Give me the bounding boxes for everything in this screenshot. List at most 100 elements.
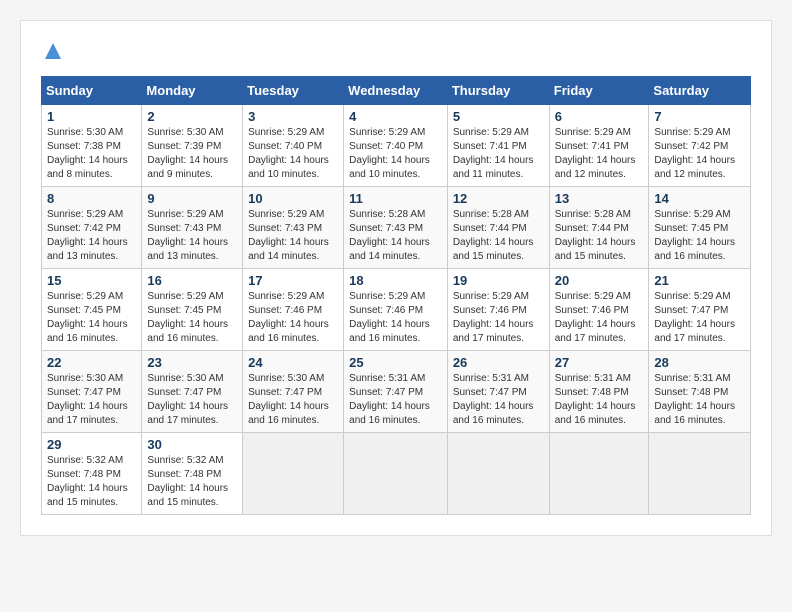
calendar-day-cell: [447, 433, 549, 515]
day-number: 12: [453, 191, 544, 206]
day-info: Sunrise: 5:29 AMSunset: 7:46 PMDaylight:…: [453, 290, 544, 346]
day-number: 28: [654, 355, 745, 370]
day-number: 4: [349, 109, 442, 124]
calendar-week-row: 8 Sunrise: 5:29 AMSunset: 7:42 PMDaylight…: [42, 187, 751, 269]
calendar-day-cell: 20Sunrise: 5:29 AMSunset: 7:46 PMDayligh…: [549, 269, 649, 351]
day-number: 15: [47, 273, 136, 288]
day-info: Sunrise: 5:29 AMSunset: 7:43 PMDaylight:…: [147, 208, 237, 264]
day-info: Sunrise: 5:29 AMSunset: 7:41 PMDaylight:…: [453, 126, 544, 182]
logo-icon: [43, 41, 63, 61]
day-number: 26: [453, 355, 544, 370]
day-info: Sunrise: 5:29 AMSunset: 7:47 PMDaylight:…: [654, 290, 745, 346]
day-info: Sunrise: 5:29 AMSunset: 7:43 PMDaylight:…: [248, 208, 338, 264]
calendar-day-cell: 19 Sunrise: 5:29 AMSunset: 7:46 PMDayligh…: [447, 269, 549, 351]
calendar-day-cell: 4 Sunrise: 5:29 AMSunset: 7:40 PMDaylight…: [344, 105, 448, 187]
day-info: Sunrise: 5:30 AMSunset: 7:38 PMDaylight:…: [47, 126, 136, 182]
day-number: 25: [349, 355, 442, 370]
calendar-day-cell: 25 Sunrise: 5:31 AMSunset: 7:47 PMDayligh…: [344, 351, 448, 433]
day-number: 1: [47, 109, 136, 124]
day-info: Sunrise: 5:29 AMSunset: 7:40 PMDaylight:…: [349, 126, 442, 182]
header-thursday: Thursday: [447, 77, 549, 105]
calendar-day-cell: 13Sunrise: 5:28 AMSunset: 7:44 PMDayligh…: [549, 187, 649, 269]
calendar-day-cell: 22 Sunrise: 5:30 AMSunset: 7:47 PMDayligh…: [42, 351, 142, 433]
day-info: Sunrise: 5:30 AMSunset: 7:47 PMDaylight:…: [147, 372, 237, 428]
day-info: Sunrise: 5:30 AMSunset: 7:47 PMDaylight:…: [248, 372, 338, 428]
calendar-day-cell: 17 Sunrise: 5:29 AMSunset: 7:46 PMDayligh…: [243, 269, 344, 351]
day-number: 29: [47, 437, 136, 452]
header-saturday: Saturday: [649, 77, 751, 105]
calendar-day-cell: [243, 433, 344, 515]
logo: [41, 41, 63, 66]
day-number: 18: [349, 273, 442, 288]
day-number: 14: [654, 191, 745, 206]
calendar-week-row: 22 Sunrise: 5:30 AMSunset: 7:47 PMDayligh…: [42, 351, 751, 433]
day-info: Sunrise: 5:29 AMSunset: 7:42 PMDaylight:…: [654, 126, 745, 182]
calendar-day-cell: 14 Sunrise: 5:29 AMSunset: 7:45 PMDayligh…: [649, 187, 751, 269]
day-info: Sunrise: 5:29 AMSunset: 7:45 PMDaylight:…: [147, 290, 237, 346]
day-info: Sunrise: 5:30 AMSunset: 7:39 PMDaylight:…: [147, 126, 237, 182]
day-number: 3: [248, 109, 338, 124]
calendar-day-cell: 7 Sunrise: 5:29 AMSunset: 7:42 PMDaylight…: [649, 105, 751, 187]
day-info: Sunrise: 5:29 AMSunset: 7:45 PMDaylight:…: [654, 208, 745, 264]
header-monday: Monday: [142, 77, 243, 105]
calendar-day-cell: [344, 433, 448, 515]
header: [41, 41, 751, 66]
day-number: 16: [147, 273, 237, 288]
header-wednesday: Wednesday: [344, 77, 448, 105]
calendar-day-cell: 8 Sunrise: 5:29 AMSunset: 7:42 PMDaylight…: [42, 187, 142, 269]
calendar-day-cell: 21 Sunrise: 5:29 AMSunset: 7:47 PMDayligh…: [649, 269, 751, 351]
calendar-day-cell: 28 Sunrise: 5:31 AMSunset: 7:48 PMDayligh…: [649, 351, 751, 433]
day-info: Sunrise: 5:30 AMSunset: 7:47 PMDaylight:…: [47, 372, 136, 428]
header-sunday: Sunday: [42, 77, 142, 105]
calendar-day-cell: 16 Sunrise: 5:29 AMSunset: 7:45 PMDayligh…: [142, 269, 243, 351]
day-info: Sunrise: 5:32 AMSunset: 7:48 PMDaylight:…: [47, 454, 136, 510]
calendar-day-cell: 1 Sunrise: 5:30 AMSunset: 7:38 PMDaylight…: [42, 105, 142, 187]
day-number: 24: [248, 355, 338, 370]
day-number: 17: [248, 273, 338, 288]
calendar: SundayMondayTuesdayWednesdayThursdayFrid…: [41, 76, 751, 515]
calendar-day-cell: 27 Sunrise: 5:31 AMSunset: 7:48 PMDayligh…: [549, 351, 649, 433]
calendar-header-row: SundayMondayTuesdayWednesdayThursdayFrid…: [42, 77, 751, 105]
day-info: Sunrise: 5:29 AMSunset: 7:41 PMDaylight:…: [555, 126, 644, 182]
calendar-day-cell: 24 Sunrise: 5:30 AMSunset: 7:47 PMDayligh…: [243, 351, 344, 433]
day-number: 5: [453, 109, 544, 124]
day-info: Sunrise: 5:31 AMSunset: 7:48 PMDaylight:…: [654, 372, 745, 428]
day-number: 22: [47, 355, 136, 370]
day-info: Sunrise: 5:31 AMSunset: 7:47 PMDaylight:…: [349, 372, 442, 428]
day-info: Sunrise: 5:29 AMSunset: 7:42 PMDaylight:…: [47, 208, 136, 264]
day-number: 19: [453, 273, 544, 288]
day-number: 9: [147, 191, 237, 206]
day-number: 10: [248, 191, 338, 206]
day-number: 6: [555, 109, 644, 124]
header-tuesday: Tuesday: [243, 77, 344, 105]
day-info: Sunrise: 5:28 AMSunset: 7:44 PMDaylight:…: [453, 208, 544, 264]
calendar-day-cell: [549, 433, 649, 515]
calendar-day-cell: 12 Sunrise: 5:28 AMSunset: 7:44 PMDayligh…: [447, 187, 549, 269]
day-number: 11: [349, 191, 442, 206]
calendar-day-cell: [649, 433, 751, 515]
day-number: 30: [147, 437, 237, 452]
calendar-day-cell: 3Sunrise: 5:29 AMSunset: 7:40 PMDaylight…: [243, 105, 344, 187]
calendar-day-cell: 6 Sunrise: 5:29 AMSunset: 7:41 PMDaylight…: [549, 105, 649, 187]
day-info: Sunrise: 5:29 AMSunset: 7:46 PMDaylight:…: [248, 290, 338, 346]
day-number: 7: [654, 109, 745, 124]
calendar-day-cell: 29 Sunrise: 5:32 AMSunset: 7:48 PMDayligh…: [42, 433, 142, 515]
calendar-day-cell: 10 Sunrise: 5:29 AMSunset: 7:43 PMDayligh…: [243, 187, 344, 269]
day-number: 27: [555, 355, 644, 370]
day-info: Sunrise: 5:31 AMSunset: 7:48 PMDaylight:…: [555, 372, 644, 428]
calendar-day-cell: 23Sunrise: 5:30 AMSunset: 7:47 PMDayligh…: [142, 351, 243, 433]
header-friday: Friday: [549, 77, 649, 105]
day-info: Sunrise: 5:29 AMSunset: 7:46 PMDaylight:…: [349, 290, 442, 346]
day-number: 2: [147, 109, 237, 124]
calendar-day-cell: 15Sunrise: 5:29 AMSunset: 7:45 PMDayligh…: [42, 269, 142, 351]
calendar-day-cell: 18 Sunrise: 5:29 AMSunset: 7:46 PMDayligh…: [344, 269, 448, 351]
calendar-day-cell: 2 Sunrise: 5:30 AMSunset: 7:39 PMDaylight…: [142, 105, 243, 187]
day-info: Sunrise: 5:28 AMSunset: 7:43 PMDaylight:…: [349, 208, 442, 264]
day-number: 21: [654, 273, 745, 288]
calendar-day-cell: 30Sunrise: 5:32 AMSunset: 7:48 PMDayligh…: [142, 433, 243, 515]
calendar-day-cell: 5 Sunrise: 5:29 AMSunset: 7:41 PMDaylight…: [447, 105, 549, 187]
day-info: Sunrise: 5:28 AMSunset: 7:44 PMDaylight:…: [555, 208, 644, 264]
calendar-week-row: 1 Sunrise: 5:30 AMSunset: 7:38 PMDaylight…: [42, 105, 751, 187]
day-info: Sunrise: 5:29 AMSunset: 7:46 PMDaylight:…: [555, 290, 644, 346]
day-number: 8: [47, 191, 136, 206]
